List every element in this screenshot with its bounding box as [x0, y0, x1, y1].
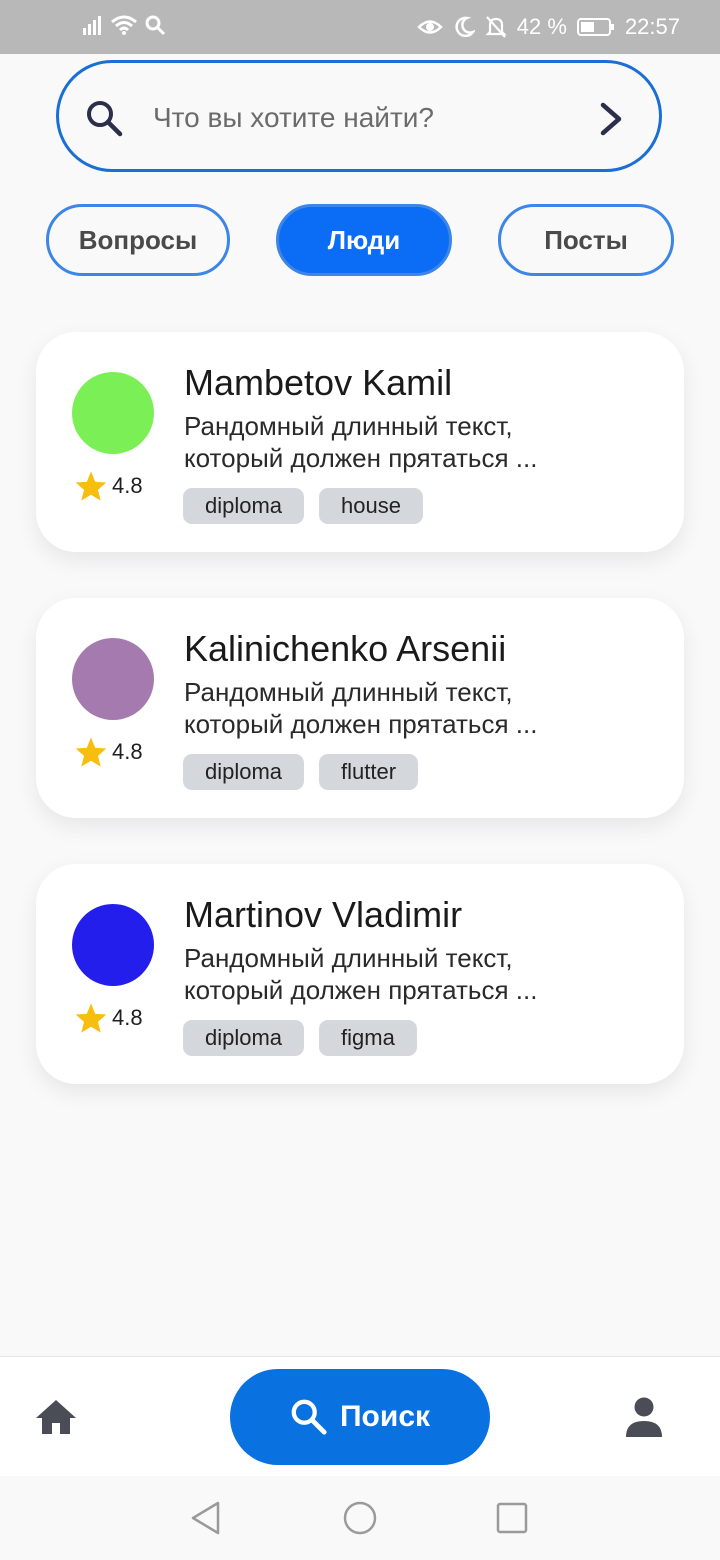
search-icon: [291, 1399, 327, 1435]
tab-posts[interactable]: Посты: [498, 204, 674, 276]
status-bar: 42 % 22:57: [0, 0, 720, 54]
star-icon: [75, 1003, 107, 1033]
battery-icon: [576, 18, 614, 36]
back-icon[interactable]: [188, 1500, 224, 1536]
home-circle-icon[interactable]: [342, 1500, 378, 1536]
person-name: Mambetov Kamil: [184, 362, 453, 403]
person-name: Martinov Vladimir: [184, 894, 463, 935]
rating-value: 4.8: [112, 1005, 143, 1030]
person-description: Рандомный длинный текст, который должен …: [184, 677, 538, 739]
clock: 22:57: [624, 14, 680, 39]
tab-questions[interactable]: Вопросы: [46, 204, 230, 276]
avatar: [72, 904, 154, 986]
star-icon: [75, 737, 107, 767]
tag[interactable]: diploma: [183, 1020, 305, 1056]
person-icon[interactable]: [624, 1395, 664, 1439]
rating-value: 4.8: [112, 473, 143, 498]
moon-icon: [455, 16, 475, 38]
wifi-icon: [111, 15, 137, 35]
avatar: [72, 638, 154, 720]
search-icon: [87, 101, 123, 137]
status-right-icons: 42 % 22:57: [417, 14, 680, 40]
person-card[interactable]: 4.8 Martinov Vladimir Рандомный длинный …: [36, 864, 684, 1084]
person-card[interactable]: 4.8 Mambetov Kamil Рандомный длинный тек…: [36, 332, 684, 552]
person-description: Рандомный длинный текст, который должен …: [184, 943, 538, 1005]
search-nav-button[interactable]: Поиск: [230, 1369, 490, 1465]
star-icon: [75, 471, 107, 501]
tag[interactable]: house: [319, 488, 423, 524]
bottom-nav: Поиск: [0, 1356, 720, 1477]
status-left-icons: [82, 14, 166, 36]
tag[interactable]: flutter: [319, 754, 419, 790]
rating: 4.8: [74, 1002, 143, 1034]
bell-off-icon: [485, 16, 507, 38]
person-name: Kalinichenko Arsenii: [184, 628, 507, 669]
search-status-icon: [145, 15, 166, 36]
tag[interactable]: figma: [319, 1020, 417, 1056]
home-icon[interactable]: [34, 1397, 78, 1437]
search-bar[interactable]: [56, 60, 662, 172]
recents-icon[interactable]: [494, 1500, 530, 1536]
rating-value: 4.8: [112, 739, 143, 764]
tag[interactable]: diploma: [183, 754, 305, 790]
signal-icon: [83, 16, 101, 35]
rating: 4.8: [74, 736, 143, 768]
tag-list: diploma figma: [183, 1020, 417, 1056]
tab-people[interactable]: Люди: [276, 204, 452, 276]
battery-percent: 42 %: [516, 14, 567, 39]
tag-list: diploma house: [183, 488, 423, 524]
tag[interactable]: diploma: [183, 488, 305, 524]
person-description: Рандомный длинный текст, который должен …: [184, 411, 538, 473]
eye-icon: [417, 20, 443, 34]
chevron-right-icon[interactable]: [593, 99, 629, 139]
avatar: [72, 372, 154, 454]
tag-list: diploma flutter: [183, 754, 419, 790]
rating: 4.8: [74, 470, 143, 502]
search-input[interactable]: [151, 97, 555, 139]
system-nav-bar: [0, 1476, 720, 1560]
search-nav-label: Поиск: [339, 1400, 431, 1433]
person-card[interactable]: 4.8 Kalinichenko Arsenii Рандомный длинн…: [36, 598, 684, 818]
